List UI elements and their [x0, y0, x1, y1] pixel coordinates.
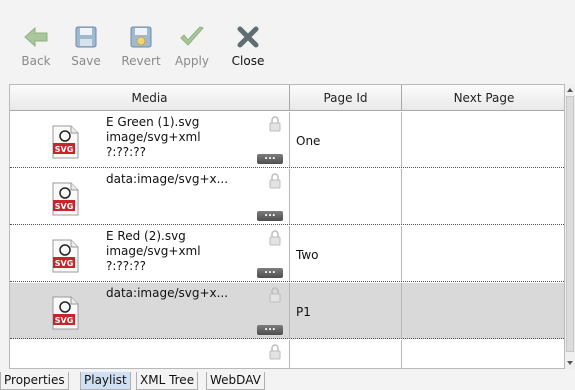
back-button[interactable]: Back — [18, 22, 54, 68]
media-name: data:image/svg+x... — [106, 286, 229, 300]
table-row[interactable]: SVG E Green (1).svg image/svg+xml ?:??:?… — [10, 112, 564, 168]
svg-file-icon: SVG — [50, 125, 80, 162]
scrollbar-thumb[interactable] — [566, 96, 574, 352]
table-row[interactable]: SVG E Red (2).svg image/svg+xml ?:??:?? … — [10, 226, 564, 282]
next-page-cell[interactable] — [402, 226, 564, 281]
lock-icon[interactable] — [269, 173, 281, 192]
save-disk-icon — [71, 22, 101, 52]
column-header-next-page[interactable]: Next Page — [402, 85, 564, 111]
more-button[interactable]: ... — [257, 209, 283, 221]
back-label: Back — [21, 54, 51, 68]
tab-xml-tree[interactable]: XML Tree — [136, 372, 199, 390]
apply-button[interactable]: Apply — [172, 22, 212, 68]
media-duration: ?:??:?? — [106, 145, 146, 159]
lock-icon[interactable] — [269, 230, 281, 249]
media-type: image/svg+xml — [106, 244, 201, 258]
media-text: E Green (1).svg image/svg+xml ?:??:?? — [106, 115, 201, 160]
table-row-empty[interactable] — [10, 340, 564, 368]
close-button[interactable]: Close — [228, 22, 268, 68]
save-button[interactable]: Save — [68, 22, 104, 68]
playlist-grid: Media Page Id Next Page SVG E Green (1).… — [9, 84, 565, 369]
page-id-cell[interactable] — [290, 340, 402, 368]
lock-icon[interactable] — [269, 344, 281, 363]
scroll-down-icon[interactable] — [567, 361, 573, 365]
media-text: data:image/svg+x... — [106, 286, 228, 301]
more-button[interactable]: ... — [257, 152, 283, 164]
table-row[interactable]: SVG data:image/svg+x... ... — [10, 169, 564, 225]
revert-button[interactable]: Revert — [118, 22, 164, 68]
grid-header: Media Page Id Next Page — [10, 85, 564, 111]
media-cell[interactable]: SVG data:image/svg+x... ... — [10, 169, 290, 224]
svg-text:SVG: SVG — [55, 145, 74, 154]
more-button[interactable]: ... — [257, 323, 283, 335]
page-id-column — [290, 169, 402, 224]
next-page-cell[interactable] — [402, 340, 564, 368]
svg-text:SVG: SVG — [55, 259, 74, 268]
page-id-column — [290, 226, 402, 281]
lock-icon[interactable] — [269, 287, 281, 306]
tab-webdav[interactable]: WebDAV — [206, 372, 265, 390]
page-id-column — [290, 112, 402, 167]
media-name: E Red (2).svg — [106, 229, 186, 243]
column-header-page-id[interactable]: Page Id — [290, 85, 402, 111]
next-page-cell[interactable] — [402, 169, 564, 224]
svg-text:SVG: SVG — [55, 316, 74, 325]
lock-icon[interactable] — [269, 116, 281, 135]
back-arrow-icon — [21, 22, 51, 52]
media-text: E Red (2).svg image/svg+xml ?:??:?? — [106, 229, 201, 274]
toolbar: Back Save Revert Apply Close — [0, 0, 575, 84]
more-button[interactable]: ... — [257, 266, 283, 278]
media-cell[interactable] — [10, 340, 290, 368]
save-label: Save — [71, 54, 101, 68]
media-duration: ?:??:?? — [106, 259, 146, 273]
checkmark-icon — [177, 22, 207, 52]
apply-label: Apply — [175, 54, 209, 68]
media-cell[interactable]: SVG data:image/svg+x... ... — [10, 283, 290, 338]
tab-playlist[interactable]: Playlist — [80, 372, 131, 390]
media-type: image/svg+xml — [106, 130, 201, 144]
revert-icon — [126, 22, 156, 52]
svg-text:SVG: SVG — [55, 202, 74, 211]
media-name: E Green (1).svg — [106, 115, 200, 129]
close-x-icon — [233, 22, 263, 52]
media-text: data:image/svg+x... — [106, 172, 228, 187]
vertical-scrollbar[interactable] — [565, 84, 575, 369]
svg-file-icon: SVG — [50, 239, 80, 276]
column-header-media[interactable]: Media — [10, 85, 290, 111]
close-label: Close — [231, 54, 265, 68]
scroll-up-icon[interactable] — [567, 88, 573, 92]
media-cell[interactable]: SVG E Green (1).svg image/svg+xml ?:??:?… — [10, 112, 290, 167]
media-name: data:image/svg+x... — [106, 172, 229, 186]
bottom-tab-bar: Properties Playlist XML Tree WebDAV — [0, 372, 575, 390]
svg-file-icon: SVG — [50, 296, 80, 333]
next-page-cell[interactable] — [402, 283, 564, 338]
media-cell[interactable]: SVG E Red (2).svg image/svg+xml ?:??:?? … — [10, 226, 290, 281]
revert-label: Revert — [121, 54, 161, 68]
table-row-selected[interactable]: SVG data:image/svg+x... ... P1 — [10, 283, 564, 339]
next-page-cell[interactable] — [402, 112, 564, 167]
svg-file-icon: SVG — [50, 182, 80, 219]
tab-properties[interactable]: Properties — [0, 372, 69, 390]
page-id-column — [290, 283, 402, 338]
